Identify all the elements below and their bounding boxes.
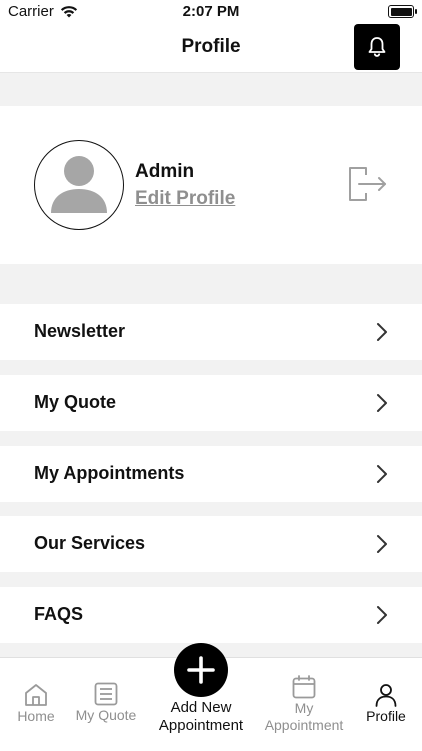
menu-item-faqs[interactable]: FAQS [0, 587, 422, 643]
tab-label: Profile [366, 708, 406, 724]
menu-item-our-services[interactable]: Our Services [0, 516, 422, 572]
avatar [34, 140, 124, 230]
edit-profile-link[interactable]: Edit Profile [135, 188, 235, 210]
menu-item-label: Our Services [34, 533, 146, 553]
chevron-right-icon [377, 535, 387, 553]
chevron-right-icon [377, 465, 387, 483]
tab-home[interactable]: Home [12, 682, 60, 724]
tab-label: Home [17, 708, 55, 724]
tab-my-appointment[interactable]: My Appointment [258, 674, 350, 734]
logout-button[interactable] [346, 164, 388, 204]
navigation-bar: Profile [0, 24, 422, 73]
add-appointment-button[interactable] [174, 643, 228, 697]
user-placeholder-icon [51, 156, 107, 213]
status-time: 2:07 PM [182, 3, 240, 20]
tab-label: My Appointment [264, 700, 344, 733]
tab-label: My Quote [75, 707, 137, 723]
profile-card: Admin Edit Profile [0, 106, 422, 264]
tab-my-quote[interactable]: My Quote [70, 681, 142, 723]
notification-button[interactable] [354, 24, 400, 70]
chevron-right-icon [377, 323, 387, 341]
user-icon [375, 684, 397, 707]
home-icon [25, 684, 47, 706]
menu-item-label: My Quote [34, 392, 117, 412]
menu-item-my-appointments[interactable]: My Appointments [0, 446, 422, 502]
menu-item-label: FAQS [34, 604, 84, 624]
chevron-right-icon [377, 606, 387, 624]
plus-icon [187, 656, 215, 684]
menu-item-my-quote[interactable]: My Quote [0, 375, 422, 431]
tab-profile[interactable]: Profile [360, 682, 412, 724]
calendar-icon [292, 675, 316, 699]
menu-item-label: My Appointments [34, 463, 185, 483]
bell-icon [368, 37, 386, 57]
document-list-icon [94, 682, 118, 706]
add-appointment-label[interactable]: Add New Appointment [150, 699, 252, 735]
profile-name: Admin [135, 161, 195, 182]
menu-item-newsletter[interactable]: Newsletter [0, 304, 422, 360]
battery-icon [388, 5, 417, 18]
chevron-right-icon [377, 394, 387, 412]
status-bar: Carrier 2:07 PM [0, 0, 422, 24]
logout-icon [349, 167, 386, 201]
menu-item-label: Newsletter [34, 321, 126, 341]
